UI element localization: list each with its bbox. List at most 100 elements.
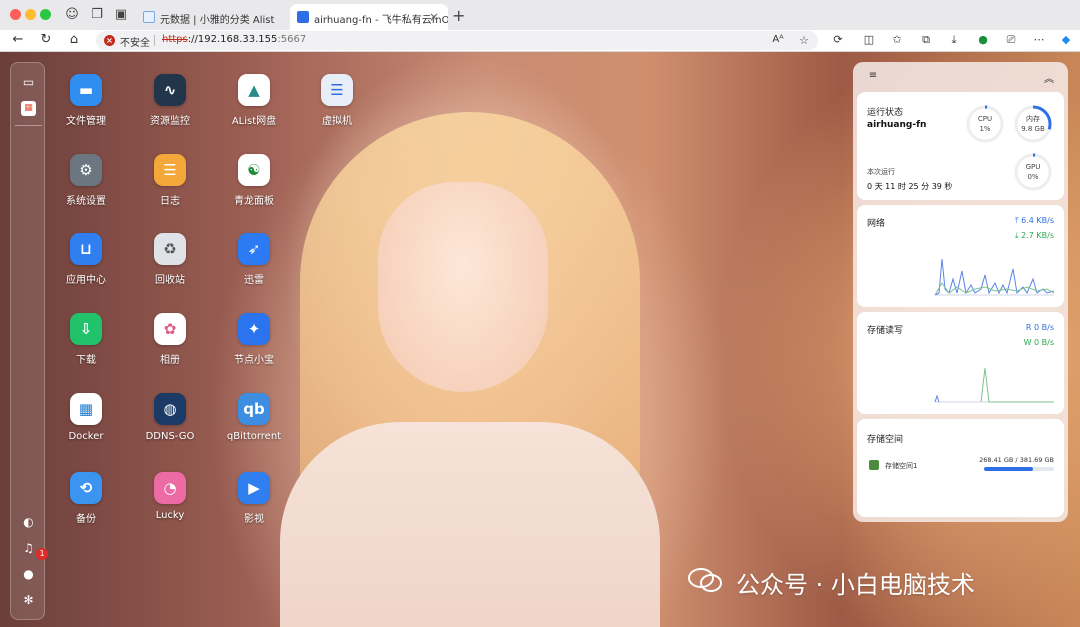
app-alist[interactable]: ▲ AList网盘 xyxy=(214,74,294,127)
app-label: 节点小宝 xyxy=(234,355,274,366)
minimize-window-button[interactable] xyxy=(25,9,36,20)
network-title: 网络 xyxy=(867,219,886,229)
gpu-label: GPU xyxy=(1025,163,1041,171)
app-node[interactable]: ✦ 节点小宝 xyxy=(214,313,294,366)
close-window-button[interactable] xyxy=(10,9,21,20)
download-icon: ⇩ xyxy=(70,313,102,345)
memory-label: 内存 xyxy=(1026,115,1040,123)
storage-volume-name: 存储空间1 xyxy=(885,462,918,470)
app-label: 文件管理 xyxy=(66,116,106,127)
disk-io-title: 存储读写 xyxy=(867,326,904,336)
zoom-window-button[interactable] xyxy=(40,9,51,20)
copilot-icon[interactable]: ◆ xyxy=(1058,33,1074,46)
memory-ring-label: 内存 9.8 GB xyxy=(1013,114,1053,134)
lucky-icon: ◔ xyxy=(154,472,186,504)
app-label: 下载 xyxy=(76,355,96,366)
app-docker[interactable]: ▦ Docker xyxy=(46,393,126,442)
user-icon[interactable]: ● xyxy=(21,567,36,582)
extension-icon[interactable]: ● xyxy=(975,33,991,46)
back-button[interactable]: ← xyxy=(10,32,26,47)
workspaces-icon[interactable]: ❐ xyxy=(89,7,105,23)
photos-icon: ✿ xyxy=(154,313,186,345)
profile-icon[interactable]: ☺ xyxy=(64,7,80,23)
app-globe[interactable]: ◍ DDNS-GO xyxy=(130,393,210,442)
app-lucky[interactable]: ◔ Lucky xyxy=(130,472,210,521)
app-gear[interactable]: ⚙ 系统设置 xyxy=(46,154,126,207)
app-label: 相册 xyxy=(160,355,180,366)
collapse-panel-icon[interactable]: ︽ xyxy=(1041,70,1057,85)
film-icon: ▶ xyxy=(238,472,270,504)
app-label: 回收站 xyxy=(155,275,185,286)
app-backup[interactable]: ⟲ 备份 xyxy=(46,472,126,525)
cpu-ring-label: CPU 1% xyxy=(965,114,1005,134)
tab-alist[interactable]: 元数据 | 小雅的分类 Alist xyxy=(136,4,286,30)
folder-icon: ▬ xyxy=(70,74,102,106)
network-card: 网络 ⤒ 6.4 KB/s ⤓ 2.7 KB/s xyxy=(857,205,1064,307)
hostname: airhuang-fn xyxy=(867,120,927,130)
app-server[interactable]: ☰ 虚拟机 xyxy=(297,74,377,127)
app-label: 备份 xyxy=(76,514,96,525)
app-bird[interactable]: ➶ 迅雷 xyxy=(214,233,294,286)
browser-tab-bar: ☺ ❐ ▣ 元数据 | 小雅的分类 Alist airhuang-fn - 飞牛… xyxy=(0,0,1080,30)
tab-airhuang-fn[interactable]: airhuang-fn - 飞牛私有云fnOS × xyxy=(290,4,448,30)
app-monitor-chart[interactable]: ∿ 资源监控 xyxy=(130,74,210,127)
app-label: 资源监控 xyxy=(150,116,190,127)
fnos-desktop: ▭ ▦ ◐ ♫ 1 ● ✻ ▬ 文件管理 ∿ 资源监控 ▲ AList网盘 ☰ 虚拟机 ⚙ 系统设… xyxy=(0,52,1080,627)
widget-filter-icon[interactable]: ≡ xyxy=(865,70,881,81)
app-log[interactable]: ☰ 日志 xyxy=(130,154,210,207)
store-icon: ⊔ xyxy=(70,233,102,265)
tab-actions-icon[interactable]: ▣ xyxy=(113,7,129,23)
app-download[interactable]: ⇩ 下载 xyxy=(46,313,126,366)
settings-gear-icon[interactable]: ✻ xyxy=(21,593,36,608)
home-button[interactable]: ⌂ xyxy=(66,32,82,47)
screenshot-icon[interactable]: ⎚ xyxy=(1003,33,1019,47)
help-icon[interactable]: ◐ xyxy=(21,515,36,530)
gpu-value: 0% xyxy=(1027,173,1039,181)
app-label: qBittorrent xyxy=(226,431,282,442)
url-scheme: https xyxy=(162,34,188,45)
new-tab-button[interactable]: + xyxy=(452,6,465,25)
app-label: AList网盘 xyxy=(231,116,277,127)
refresh-extension-icon[interactable]: ⟳ xyxy=(830,33,846,46)
bird-icon: ➶ xyxy=(238,233,270,265)
app-photos[interactable]: ✿ 相册 xyxy=(130,313,210,366)
favorite-star-icon[interactable]: ☆ xyxy=(796,34,812,47)
app-label: 虚拟机 xyxy=(322,116,352,127)
app-label: DDNS-GO xyxy=(145,431,195,442)
notification-bell-icon[interactable]: ♫ xyxy=(21,541,36,556)
app-store[interactable]: ⊔ 应用中心 xyxy=(46,233,126,286)
status-card: 运行状态 airhuang-fn 本次运行 0 天 11 时 25 分 39 秒… xyxy=(857,92,1064,200)
app-label: Docker xyxy=(68,431,104,442)
reload-button[interactable]: ↻ xyxy=(38,32,54,47)
url-host: ://192.168.33.155 xyxy=(187,34,278,45)
app-film[interactable]: ▶ 影视 xyxy=(214,472,294,525)
more-menu-icon[interactable]: ⋯ xyxy=(1031,33,1047,46)
disk-io-card: 存储读写 R 0 B/s W 0 B/s xyxy=(857,312,1064,414)
app-folder[interactable]: ▬ 文件管理 xyxy=(46,74,126,127)
uptime-label: 本次运行 xyxy=(867,168,895,176)
dock-divider xyxy=(15,125,42,126)
address-toolbar: ← ↻ ⌂ × 不安全 https://192.168.33.155:5667 … xyxy=(0,30,1080,52)
download-rate: ⤓ 2.7 KB/s xyxy=(1015,231,1054,241)
storage-volume-icon xyxy=(869,460,879,470)
notification-badge: 1 xyxy=(36,548,48,560)
read-aloud-icon[interactable]: Aᴬ xyxy=(770,34,786,45)
collections-icon[interactable]: ⧉ xyxy=(918,33,934,47)
docker-icon: ▦ xyxy=(70,393,102,425)
desktop-icon[interactable]: ▭ xyxy=(21,75,36,90)
watermark-text: 公众号 · 小白电脑技术 xyxy=(736,571,975,599)
app-recycle[interactable]: ♻ 回收站 xyxy=(130,233,210,286)
tab-airhuang-fn-label: airhuang-fn - 飞牛私有云fnOS xyxy=(314,15,448,26)
close-tab-icon[interactable]: × xyxy=(429,10,439,24)
split-screen-icon[interactable]: ◫ xyxy=(861,33,877,46)
url-text: https://192.168.33.155:5667 xyxy=(162,34,306,45)
app-qinglong[interactable]: ☯ 青龙面板 xyxy=(214,154,294,207)
watermark: 公众号 · 小白电脑技术 xyxy=(688,565,975,600)
app-grid-icon[interactable]: ▦ xyxy=(21,101,36,116)
favorites-icon[interactable]: ✩ xyxy=(889,33,905,46)
app-qb[interactable]: qb qBittorrent xyxy=(214,393,294,442)
widget-panel: ≡ ︽ 运行状态 airhuang-fn 本次运行 0 天 11 时 25 分 … xyxy=(853,62,1068,522)
address-bar[interactable]: × 不安全 https://192.168.33.155:5667 Aᴬ ☆ xyxy=(96,31,818,50)
downloads-icon[interactable]: ⤓ xyxy=(946,33,962,47)
upload-rate-value: 6.4 KB/s xyxy=(1021,216,1054,225)
